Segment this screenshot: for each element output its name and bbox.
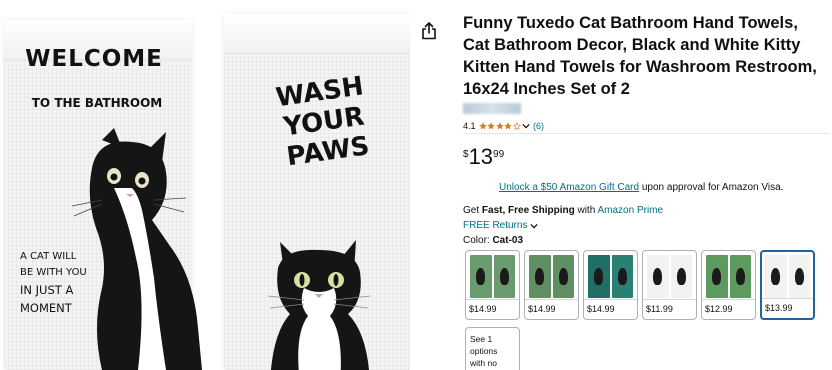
promo-text: upon approval for Amazon Visa. xyxy=(639,182,784,193)
color-swatch[interactable]: $14.99 xyxy=(583,250,638,320)
towel-thumbnail xyxy=(788,255,810,298)
price-fraction: 99 xyxy=(493,149,505,160)
divider xyxy=(463,133,830,134)
star-rating[interactable] xyxy=(478,122,522,130)
swatch-divider xyxy=(525,299,578,300)
swatch-divider xyxy=(584,299,637,300)
rating-row[interactable]: 4.1 (6) xyxy=(463,120,544,132)
towel-thumbnail xyxy=(729,255,751,298)
share-button[interactable] xyxy=(421,22,437,40)
color-swatch[interactable]: $11.99 xyxy=(642,250,697,320)
towel-right-title: WASH YOUR PAWS xyxy=(248,69,399,177)
price: $ 13 99 xyxy=(463,146,504,168)
free-returns-dropdown[interactable]: FREE Returns xyxy=(463,220,539,231)
towel-thumbnail xyxy=(670,255,692,298)
swatch-divider xyxy=(643,299,696,300)
product-image[interactable]: WELCOME TO THE BATHROOM A CAT WILL BE WI… xyxy=(0,0,410,370)
towel-left-title: WELCOME xyxy=(25,46,163,72)
message-line: A CAT WILL xyxy=(20,251,77,262)
chevron-down-icon xyxy=(530,223,539,228)
message-line: IN JUST A xyxy=(20,283,74,297)
towel-thumbnail xyxy=(706,255,728,298)
share-icon xyxy=(422,22,436,40)
star-icon xyxy=(504,122,512,130)
color-swatch[interactable]: $12.99 xyxy=(701,250,756,320)
color-swatch[interactable]: $14.99 xyxy=(465,250,520,320)
chevron-down-icon[interactable] xyxy=(522,123,530,129)
star-icon xyxy=(495,122,504,130)
color-selection-label: Color: Cat-03 xyxy=(463,235,523,246)
swatch-divider xyxy=(702,299,755,300)
shipping-prefix: Get xyxy=(463,205,482,216)
color-label: Color: xyxy=(463,235,493,246)
color-swatches: $14.99 $14.99 $14.99 $11.99 $12.99 $13.99 xyxy=(465,250,819,320)
swatch-price: $14.99 xyxy=(469,304,497,314)
towel-thumbnail xyxy=(470,255,492,298)
shipping-bold: Fast, Free Shipping xyxy=(481,205,575,216)
towel-thumbnail xyxy=(647,255,669,298)
swatch-thumbnail xyxy=(470,255,515,298)
prime-link[interactable]: Amazon Prime xyxy=(598,205,664,216)
brand-link[interactable] xyxy=(463,103,521,114)
towel-thumbnail xyxy=(588,255,610,298)
towel-thumbnail xyxy=(493,255,515,298)
swatch-thumbnail xyxy=(529,255,574,298)
towel-thumbnail xyxy=(552,255,574,298)
shipping-middle: with xyxy=(574,205,598,216)
swatch-thumbnail xyxy=(647,255,692,298)
message-line: BE WITH YOU xyxy=(20,267,87,278)
shipping-info: Get Fast, Free Shipping with Amazon Prim… xyxy=(463,205,663,216)
star-icon xyxy=(478,122,487,130)
towel-thumbnail xyxy=(529,255,551,298)
gift-card-link[interactable]: Unlock a $50 Amazon Gift Card xyxy=(499,182,639,193)
towel-left-message: A CAT WILL BE WITH YOU IN JUST A MOMENT xyxy=(20,249,116,318)
more-options-line: options xyxy=(470,346,498,356)
rating-value: 4.1 xyxy=(463,121,476,131)
more-options-line: See 1 xyxy=(470,334,493,344)
tuxedo-cat-illustration xyxy=(267,240,371,370)
more-options-button[interactable]: See 1 options with no xyxy=(465,327,520,370)
swatch-price: $13.99 xyxy=(765,303,793,313)
towel-right: WASH YOUR PAWS xyxy=(224,14,410,370)
towel-thumbnail xyxy=(765,255,787,298)
color-swatch[interactable]: $13.99 xyxy=(760,250,815,320)
towel-fold xyxy=(224,14,410,54)
towel-left-subtitle: TO THE BATHROOM xyxy=(31,96,163,110)
swatch-price: $14.99 xyxy=(528,304,556,314)
swatch-thumbnail xyxy=(765,255,810,298)
star-outline-icon xyxy=(512,122,521,130)
price-whole: 13 xyxy=(468,144,494,169)
swatch-price: $12.99 xyxy=(705,304,733,314)
message-line: MOMENT xyxy=(20,301,72,316)
color-value: Cat-03 xyxy=(492,235,524,246)
swatch-thumbnail xyxy=(706,255,751,298)
credit-card-promo: Unlock a $50 Amazon Gift Card upon appro… xyxy=(499,182,783,193)
color-swatch[interactable]: $14.99 xyxy=(524,250,579,320)
returns-label: FREE Returns xyxy=(463,220,528,231)
swatch-divider xyxy=(762,298,813,299)
swatch-thumbnail xyxy=(588,255,633,298)
swatch-price: $14.99 xyxy=(587,304,615,314)
swatch-divider xyxy=(466,299,519,300)
towel-thumbnail xyxy=(611,255,633,298)
star-icon xyxy=(487,122,495,130)
rating-count-link[interactable]: (6) xyxy=(533,121,544,131)
product-title: Funny Tuxedo Cat Bathroom Hand Towels, C… xyxy=(463,14,817,98)
swatch-price: $11.99 xyxy=(646,304,673,314)
more-options-line: with no xyxy=(470,358,497,368)
